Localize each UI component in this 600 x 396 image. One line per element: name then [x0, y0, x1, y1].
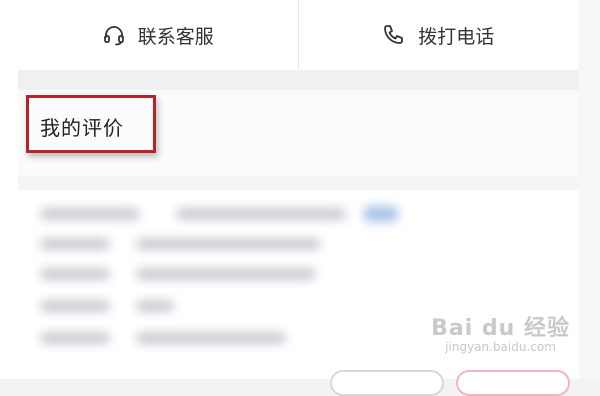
watermark-sub: jingyan.baidu.com: [445, 340, 556, 354]
baidu-jingyan-watermark: Bai du 经验 jingyan.baidu.com: [431, 310, 570, 354]
blurred-line: [40, 300, 110, 312]
blurred-line: [136, 332, 286, 344]
bottom-action-button-primary[interactable]: [456, 370, 570, 396]
review-header[interactable]: 我的评价: [18, 90, 578, 176]
blurred-line: [136, 268, 316, 280]
blurred-line: [40, 238, 110, 250]
blurred-line: [176, 208, 346, 220]
blurred-line: [40, 332, 110, 344]
review-separator: [18, 176, 578, 190]
right-gutter: [578, 0, 600, 379]
blurred-line: [136, 300, 174, 312]
review-title: 我的评价: [40, 116, 124, 140]
left-gutter: [0, 0, 18, 379]
blurred-line: [40, 268, 110, 280]
blurred-line: [136, 238, 321, 250]
section-gap: [18, 70, 578, 90]
blurred-tag: [363, 206, 399, 222]
blurred-line: [40, 208, 140, 220]
headset-icon: [102, 23, 126, 47]
bottom-action-button[interactable]: [330, 370, 444, 396]
call-phone-label: 拨打电话: [418, 25, 495, 48]
call-phone-button[interactable]: 拨打电话: [299, 0, 579, 70]
contact-service-label: 联系客服: [137, 25, 214, 48]
watermark-main: Bai du 经验: [431, 316, 570, 341]
action-bar: 联系客服 拨打电话: [18, 0, 578, 70]
contact-service-button[interactable]: 联系客服: [18, 0, 298, 70]
phone-icon: [382, 23, 406, 47]
